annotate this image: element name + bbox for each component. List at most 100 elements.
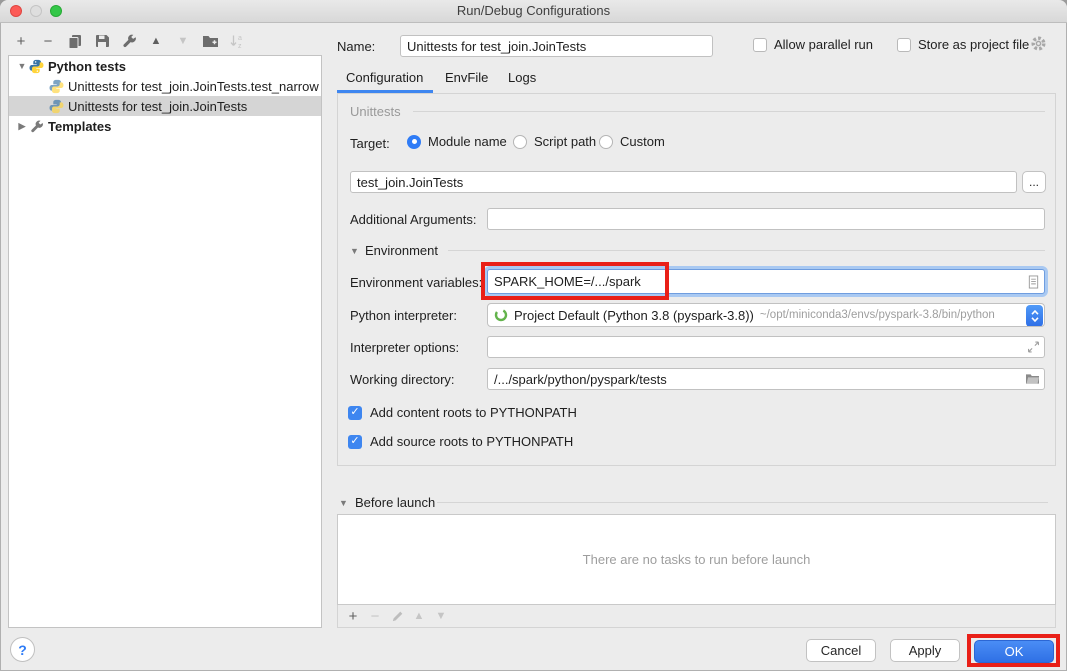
add-content-roots-option[interactable]: ✓ Add content roots to PYTHONPATH <box>348 405 577 420</box>
python-test-icon <box>49 99 64 114</box>
tab-logs[interactable]: Logs <box>508 70 536 85</box>
remove-task-button[interactable]: − <box>364 607 386 625</box>
tab-envfile[interactable]: EnvFile <box>445 70 488 85</box>
target-module-name-option[interactable]: Module name <box>407 134 507 149</box>
target-custom-option[interactable]: Custom <box>599 134 665 149</box>
plus-icon: + <box>17 33 26 50</box>
environment-collapse-icon[interactable]: ▼ <box>350 246 359 256</box>
store-as-project-checkbox[interactable] <box>897 38 911 52</box>
working-directory-field <box>487 368 1045 390</box>
arrow-up-icon: ▲ <box>414 610 425 622</box>
chevron-down-icon: ▼ <box>15 61 29 71</box>
working-directory-label: Working directory: <box>350 372 455 387</box>
edit-templates-button[interactable] <box>118 31 140 51</box>
new-folder-button[interactable] <box>199 31 221 51</box>
environment-section-label: Environment <box>365 243 438 258</box>
content-roots-label: Add content roots to PYTHONPATH <box>370 405 577 420</box>
source-roots-checkbox[interactable]: ✓ <box>348 435 362 449</box>
environment-divider <box>448 250 1045 251</box>
cancel-button[interactable]: Cancel <box>806 639 876 662</box>
edit-task-button[interactable] <box>386 607 408 625</box>
additional-arguments-input[interactable] <box>487 208 1045 230</box>
tree-item-jointests-selected[interactable]: Unittests for test_join.JoinTests <box>9 96 321 116</box>
help-button[interactable]: ? <box>10 637 35 662</box>
no-tasks-message: There are no tasks to run before launch <box>583 552 811 567</box>
copy-icon <box>67 33 83 49</box>
folder-icon[interactable] <box>1025 373 1040 386</box>
python-interpreter-label: Python interpreter: <box>350 308 457 323</box>
store-as-project-file-option[interactable]: Store as project file <box>897 37 1029 52</box>
tab-configuration[interactable]: Configuration <box>346 70 423 85</box>
up-down-chevrons-icon <box>1030 308 1040 324</box>
module-name-radio[interactable] <box>407 135 421 149</box>
name-input[interactable] <box>400 35 713 57</box>
move-up-button[interactable]: ▲ <box>145 31 167 51</box>
tree-item-test-narrow[interactable]: Unittests for test_join.JoinTests.test_n… <box>9 76 321 96</box>
apply-label: Apply <box>909 643 942 658</box>
script-path-radio[interactable] <box>513 135 527 149</box>
tree-item-templates[interactable]: ▶ Templates <box>9 116 321 136</box>
environment-variables-input[interactable] <box>487 269 1045 294</box>
module-name-label: Module name <box>428 134 507 149</box>
before-launch-collapse-icon[interactable]: ▼ <box>339 498 348 508</box>
tree-item-label: Unittests for test_join.JoinTests <box>68 99 247 114</box>
interpreter-options-label: Interpreter options: <box>350 340 459 355</box>
allow-parallel-checkbox[interactable] <box>753 38 767 52</box>
apply-button[interactable]: Apply <box>890 639 960 662</box>
minus-icon: − <box>44 33 53 50</box>
expand-field-icon[interactable] <box>1027 341 1040 354</box>
configurations-tree: ▼ Python tests Unittests for test_join.J… <box>8 55 322 628</box>
target-label: Target: <box>350 136 390 151</box>
working-directory-input[interactable] <box>487 368 1045 390</box>
gear-icon[interactable] <box>1030 35 1047 52</box>
svg-text:z: z <box>238 43 242 49</box>
arrow-down-icon: ▼ <box>436 610 447 622</box>
copy-configuration-button[interactable] <box>64 31 86 51</box>
question-mark-icon: ? <box>18 642 27 658</box>
before-launch-label: Before launch <box>355 495 435 510</box>
wrench-icon <box>29 119 44 134</box>
sort-configurations-button[interactable]: az <box>226 31 248 51</box>
wrench-icon <box>121 33 137 49</box>
edit-variables-icon[interactable] <box>1027 274 1040 289</box>
python-test-icon <box>49 79 64 94</box>
sidebar-toolbar: + − ▲ ▼ az <box>10 31 248 51</box>
target-script-path-option[interactable]: Script path <box>513 134 596 149</box>
add-configuration-button[interactable]: + <box>10 31 32 51</box>
window-title: Run/Debug Configurations <box>0 3 1067 18</box>
title-bar: Run/Debug Configurations <box>0 0 1067 23</box>
add-source-roots-option[interactable]: ✓ Add source roots to PYTHONPATH <box>348 434 573 449</box>
browse-module-button[interactable]: ... <box>1022 171 1046 193</box>
content-roots-checkbox[interactable]: ✓ <box>348 406 362 420</box>
move-task-down-button[interactable]: ▼ <box>430 607 452 625</box>
interpreter-options-input[interactable] <box>487 336 1045 358</box>
remove-configuration-button[interactable]: − <box>37 31 59 51</box>
arrow-down-icon: ▼ <box>178 35 189 47</box>
tree-item-label: Python tests <box>48 59 126 74</box>
arrow-up-icon: ▲ <box>151 35 162 47</box>
allow-parallel-run-option[interactable]: Allow parallel run <box>753 37 873 52</box>
run-debug-configurations-dialog: Run/Debug Configurations + − ▲ ▼ az ▼ Py… <box>0 0 1067 671</box>
unittests-group-title: Unittests <box>350 104 401 119</box>
tree-item-label: Unittests for test_join.JoinTests.test_n… <box>68 79 319 94</box>
ok-button[interactable]: OK <box>974 640 1054 663</box>
add-task-button[interactable]: + <box>342 607 364 625</box>
python-interpreter-select[interactable]: Project Default (Python 3.8 (pyspark-3.8… <box>487 303 1045 327</box>
save-configuration-button[interactable] <box>91 31 113 51</box>
interpreter-value: Project Default (Python 3.8 (pyspark-3.8… <box>514 308 754 323</box>
ellipsis-icon: ... <box>1029 175 1039 189</box>
python-icon <box>29 59 44 74</box>
configuration-panel: Unittests Target: Module name Script pat… <box>337 93 1056 466</box>
custom-label: Custom <box>620 134 665 149</box>
group-divider <box>413 111 1045 112</box>
tree-item-python-tests[interactable]: ▼ Python tests <box>9 56 321 76</box>
before-launch-toolbar: + − ▲ ▼ <box>337 605 1056 628</box>
store-as-project-label: Store as project file <box>918 37 1029 52</box>
before-launch-divider <box>437 502 1048 503</box>
before-launch-task-list: There are no tasks to run before launch <box>337 514 1056 605</box>
move-down-button[interactable]: ▼ <box>172 31 194 51</box>
custom-radio[interactable] <box>599 135 613 149</box>
move-task-up-button[interactable]: ▲ <box>408 607 430 625</box>
select-stepper[interactable] <box>1026 305 1043 327</box>
module-name-input[interactable] <box>350 171 1017 193</box>
